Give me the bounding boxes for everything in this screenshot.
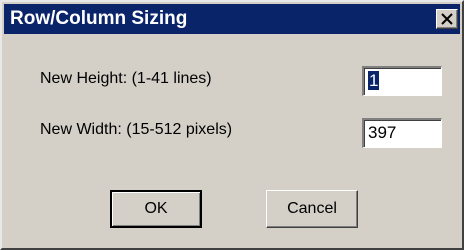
ok-button[interactable]: OK [110, 190, 202, 228]
new-width-label: New Width: (15-512 pixels) [40, 121, 233, 138]
title-bar[interactable]: Row/Column Sizing [4, 4, 460, 34]
close-icon [441, 13, 453, 25]
new-height-input[interactable]: 1 [362, 66, 442, 96]
dialog-title: Row/Column Sizing [10, 8, 188, 29]
cancel-button[interactable]: Cancel [266, 190, 358, 228]
new-width-input[interactable]: 397 [362, 118, 442, 148]
new-width-value: 397 [368, 123, 397, 142]
close-button[interactable] [436, 9, 458, 29]
row-column-sizing-dialog: Row/Column Sizing New Height: (1-41 line… [0, 0, 464, 250]
new-height-value: 1 [368, 71, 380, 90]
new-height-label: New Height: (1-41 lines) [40, 70, 212, 87]
